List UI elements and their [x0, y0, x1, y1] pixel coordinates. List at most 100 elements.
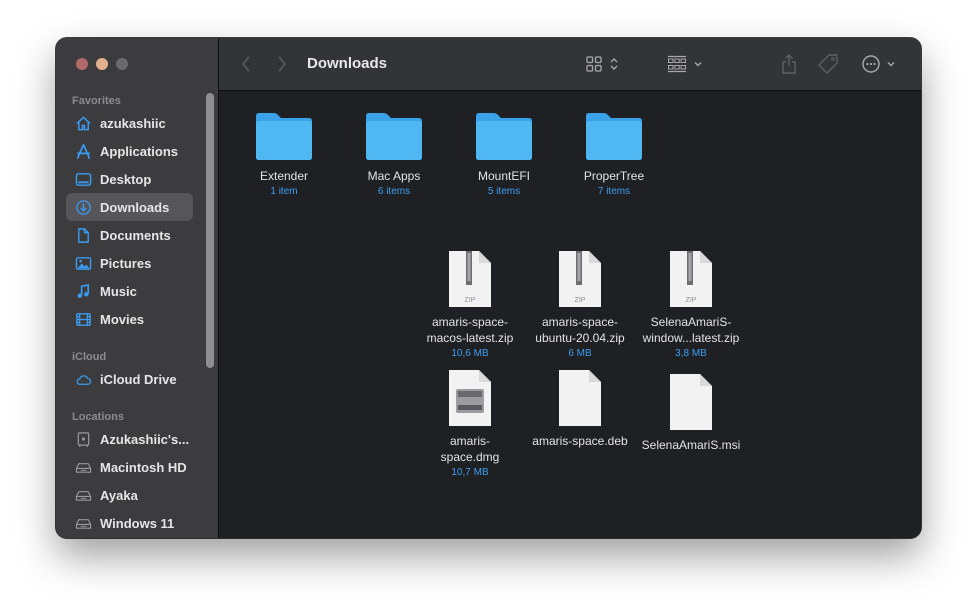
disk-image-icon: [449, 370, 491, 426]
sidebar-item-label: Music: [100, 283, 137, 299]
sidebar-item-computer[interactable]: Azukashiic's...: [66, 425, 193, 453]
disk-icon: [74, 514, 92, 532]
sidebar-item-home[interactable]: azukashiic: [66, 109, 193, 137]
cloud-icon: [74, 370, 92, 388]
chevron-left-icon: [239, 54, 253, 74]
folder-icon: [586, 113, 642, 160]
item-name: amaris-space-ubuntu-20.04.zip: [535, 315, 625, 345]
sidebar-item-label: azukashiic: [100, 115, 166, 131]
sidebar-item-label: Pictures: [100, 255, 152, 271]
file-item-windows-zip[interactable]: ZIP SelenaAmariS-window...latest.zip 3,8…: [631, 250, 751, 360]
item-name: SelenaAmariS.msi: [641, 438, 741, 452]
tag-icon: [817, 53, 839, 75]
sidebar-section-icloud: iCloud: [72, 351, 107, 363]
item-name: Extender: [259, 169, 309, 183]
sidebar-item-label: Documents: [100, 227, 171, 243]
window-controls: [76, 58, 128, 70]
zip-file-icon: ZIP: [670, 251, 712, 307]
sidebar-item-label: iCloud Drive: [100, 371, 177, 387]
sidebar-item-label: Ayaka: [100, 487, 138, 503]
file-item-ubuntu-zip[interactable]: ZIP amaris-space-ubuntu-20.04.zip 6 MB: [522, 250, 638, 360]
file-item-msi[interactable]: SelenaAmariS.msi: [631, 373, 751, 453]
window-title: Downloads: [307, 55, 388, 72]
music-icon: [74, 282, 92, 300]
item-size: 10,6 MB: [451, 348, 489, 359]
pictures-icon: [74, 254, 92, 272]
item-name: amaris-space-macos-latest.zip: [426, 315, 514, 345]
item-size: 6 MB: [568, 348, 592, 359]
movies-icon: [74, 310, 92, 328]
folder-item-extender[interactable]: Extender 1 item: [229, 110, 339, 198]
document-icon: [74, 226, 92, 244]
file-item-deb[interactable]: amaris-space.deb: [515, 369, 645, 449]
applications-icon: [74, 142, 92, 160]
sidebar-item-ayaka[interactable]: Ayaka: [66, 481, 193, 509]
item-name: MountEFI: [477, 169, 531, 183]
group-by-button[interactable]: [667, 52, 703, 76]
folder-item-mac-apps[interactable]: Mac Apps 6 items: [339, 110, 449, 198]
sidebar-item-desktop[interactable]: Desktop: [66, 165, 193, 193]
sidebar-section-locations: Locations: [72, 411, 124, 423]
sidebar-item-label: Windows 11: [100, 515, 175, 531]
folder-icon: [256, 113, 312, 160]
item-count: 7 items: [597, 186, 631, 197]
folder-item-propertree[interactable]: ProperTree 7 items: [559, 110, 669, 198]
sidebar-item-music[interactable]: Music: [66, 277, 193, 305]
share-button[interactable]: [780, 52, 798, 76]
file-item-dmg[interactable]: amaris-space.dmg 10,7 MB: [412, 369, 528, 479]
svg-text:ZIP: ZIP: [575, 297, 586, 304]
minimize-button[interactable]: [96, 58, 108, 70]
item-count: 1 item: [270, 186, 298, 197]
item-name: amaris-space.dmg: [440, 434, 500, 464]
home-icon: [74, 114, 92, 132]
folder-icon: [476, 113, 532, 160]
sidebar-item-icloud-drive[interactable]: iCloud Drive: [66, 365, 193, 393]
sidebar-item-applications[interactable]: Applications: [66, 137, 193, 165]
icon-grid-icon: [585, 55, 603, 73]
disk-icon: [74, 458, 92, 476]
more-actions-button[interactable]: [861, 52, 896, 76]
chevron-down-icon: [886, 59, 896, 69]
downloads-icon: [74, 198, 92, 216]
chevron-down-icon: [693, 59, 703, 69]
disk-icon: [74, 486, 92, 504]
share-icon: [780, 53, 798, 75]
folder-icon: [366, 113, 422, 160]
zip-file-icon: ZIP: [559, 251, 601, 307]
blank-file-icon: [670, 374, 712, 430]
sidebar-item-movies[interactable]: Movies: [66, 305, 193, 333]
sidebar-item-downloads[interactable]: Downloads: [66, 193, 193, 221]
maximize-button[interactable]: [116, 58, 128, 70]
main-content: Downloads Extender 1 item Mac Apps 6 ite…: [219, 38, 921, 538]
sidebar-item-label: Macintosh HD: [100, 459, 187, 475]
back-button[interactable]: [239, 52, 253, 76]
computer-icon: [74, 430, 92, 448]
svg-text:ZIP: ZIP: [686, 297, 697, 304]
blank-file-icon: [559, 370, 601, 426]
close-button[interactable]: [76, 58, 88, 70]
sidebar-item-pictures[interactable]: Pictures: [66, 249, 193, 277]
sidebar-item-documents[interactable]: Documents: [66, 221, 193, 249]
toolbar: Downloads: [219, 38, 921, 91]
item-name: ProperTree: [583, 169, 645, 183]
zip-file-icon: ZIP: [449, 251, 491, 307]
sidebar-item-label: Desktop: [100, 171, 152, 187]
tag-button[interactable]: [817, 52, 839, 76]
sidebar-scrollbar[interactable]: [206, 93, 214, 368]
sidebar-item-label: Movies: [100, 311, 145, 327]
item-count: 5 items: [487, 186, 521, 197]
forward-button[interactable]: [275, 52, 289, 76]
sidebar-item-label: Applications: [100, 143, 179, 159]
view-mode-button[interactable]: [585, 52, 619, 76]
item-size: 3,8 MB: [675, 348, 707, 359]
item-size: 10,7 MB: [451, 467, 489, 478]
desktop-icon: [74, 170, 92, 188]
sidebar-item-macintosh-hd[interactable]: Macintosh HD: [66, 453, 193, 481]
sidebar: Favorites azukashiic Applications Deskto…: [56, 38, 219, 538]
file-item-macos-zip[interactable]: ZIP amaris-space-macos-latest.zip 10,6 M…: [412, 250, 528, 360]
chevron-right-icon: [275, 54, 289, 74]
item-name: amaris-space.deb: [532, 434, 628, 448]
sidebar-section-favorites: Favorites: [72, 95, 121, 107]
sidebar-item-windows-11[interactable]: Windows 11: [66, 509, 193, 537]
folder-item-mountefi[interactable]: MountEFI 5 items: [449, 110, 559, 198]
